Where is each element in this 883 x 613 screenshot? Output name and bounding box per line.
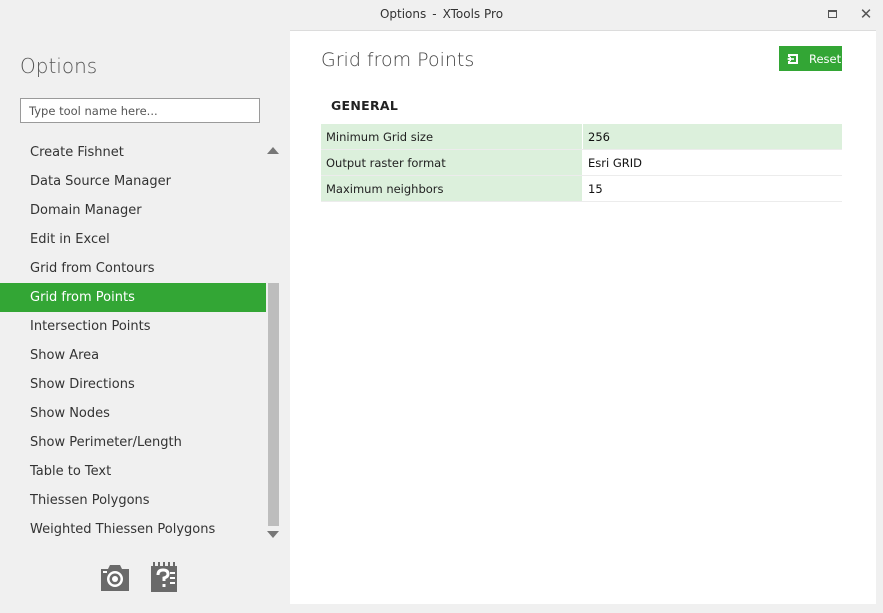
page-title: Grid from Points xyxy=(321,49,475,71)
tool-list: Create Fishnet Data Source Manager Domai… xyxy=(0,138,266,544)
close-icon: ✕ xyxy=(859,5,873,23)
window-title-separator: - xyxy=(432,7,437,21)
tool-item-selected[interactable]: Grid from Points xyxy=(0,283,266,312)
scroll-thumb[interactable] xyxy=(268,283,279,526)
tool-item[interactable]: Show Directions xyxy=(0,370,266,399)
property-name: Minimum Grid size xyxy=(321,124,582,149)
property-value[interactable]: 15 xyxy=(582,176,842,201)
camera-button[interactable] xyxy=(98,560,132,594)
tool-item[interactable]: Show Perimeter/Length xyxy=(0,428,266,457)
tool-item[interactable]: Intersection Points xyxy=(0,312,266,341)
sidebar: Options Create Fishnet Data Source Manag… xyxy=(0,30,290,613)
tool-item[interactable]: Show Area xyxy=(0,341,266,370)
tool-list-scrollbar[interactable] xyxy=(266,138,280,544)
help-icon xyxy=(151,562,177,592)
close-button[interactable]: ✕ xyxy=(858,6,874,22)
camera-icon xyxy=(101,565,129,591)
tool-item[interactable]: Weighted Thiessen Polygons xyxy=(0,515,266,544)
tool-item[interactable]: Thiessen Polygons xyxy=(0,486,266,515)
title-bar: Options - XTools Pro ✕ xyxy=(0,0,883,30)
window-title: Options - XTools Pro xyxy=(0,7,883,21)
search-input[interactable] xyxy=(20,98,260,123)
maximize-button[interactable] xyxy=(824,6,840,22)
tool-item[interactable]: Edit in Excel xyxy=(0,225,266,254)
window-title-product: XTools Pro xyxy=(442,7,504,21)
maximize-icon xyxy=(827,10,837,18)
content-panel: Grid from Points Reset GENERAL Minimum G… xyxy=(290,30,876,604)
sidebar-heading: Options xyxy=(20,54,98,78)
property-grid: Minimum Grid size 256 Output raster form… xyxy=(321,124,842,202)
help-button[interactable] xyxy=(148,560,182,594)
tool-item[interactable]: Domain Manager xyxy=(0,196,266,225)
property-name: Output raster format xyxy=(321,150,582,175)
tool-item[interactable]: Data Source Manager xyxy=(0,167,266,196)
tool-item[interactable]: Show Nodes xyxy=(0,399,266,428)
tool-item[interactable]: Grid from Contours xyxy=(0,254,266,283)
window-title-app: Options xyxy=(379,7,427,21)
tool-item[interactable]: Create Fishnet xyxy=(0,138,266,167)
property-row[interactable]: Minimum Grid size 256 xyxy=(321,124,842,150)
scroll-up-icon[interactable] xyxy=(267,147,279,154)
scroll-down-icon[interactable] xyxy=(267,531,279,538)
property-row[interactable]: Output raster format Esri GRID xyxy=(321,150,842,176)
property-value[interactable]: 256 xyxy=(582,124,842,149)
reset-label: Reset xyxy=(809,51,842,66)
property-value[interactable]: Esri GRID xyxy=(582,150,842,175)
section-header: GENERAL xyxy=(331,98,399,113)
reset-icon xyxy=(787,53,798,64)
property-name: Maximum neighbors xyxy=(321,176,582,201)
property-row[interactable]: Maximum neighbors 15 xyxy=(321,176,842,202)
tool-item[interactable]: Table to Text xyxy=(0,457,266,486)
reset-button[interactable]: Reset xyxy=(779,46,842,71)
